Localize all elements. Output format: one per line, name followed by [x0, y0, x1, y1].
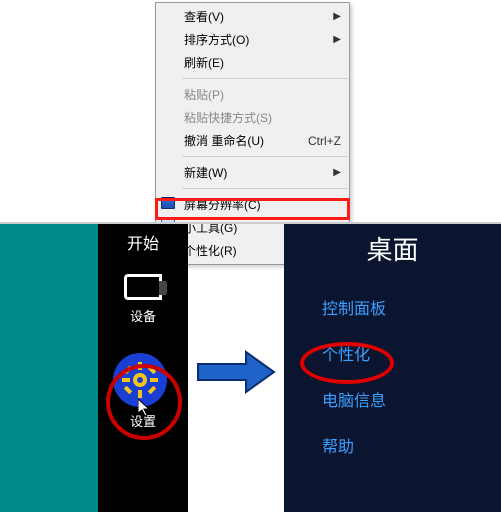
menu-label: 粘贴快捷方式(S) [184, 109, 272, 126]
menu-label: 粘贴(P) [184, 86, 224, 103]
highlight-rectangle [155, 198, 350, 220]
menu-sort[interactable]: 排序方式(O) ▶ [156, 28, 349, 51]
top-panel: 查看(V) ▶ 排序方式(O) ▶ 刷新(E) 粘贴(P) 粘贴快捷方式(S) 撤消… [0, 0, 501, 222]
menu-separator [182, 156, 348, 157]
charm-title: 开始 [98, 230, 188, 254]
teal-background [0, 224, 98, 512]
charm-devices[interactable]: 设备 [98, 274, 188, 325]
charm-devices-label: 设备 [98, 306, 188, 325]
devices-icon [124, 274, 162, 300]
menu-view[interactable]: 查看(V) ▶ [156, 5, 349, 28]
submenu-arrow-icon: ▶ [333, 34, 341, 45]
menu-undo-rename[interactable]: 撤消 重命名(U) Ctrl+Z [156, 129, 349, 152]
link-help[interactable]: 帮助 [322, 433, 501, 457]
highlight-circle-personalize [300, 342, 394, 384]
menu-label: 新建(W) [184, 164, 227, 181]
bottom-panel: 开始 设备 设置 桌面 控制面板 个性化 电脑信息 帮助 [0, 222, 501, 510]
link-pc-info[interactable]: 电脑信息 [322, 387, 501, 411]
menu-separator [182, 78, 348, 79]
menu-paste-shortcut: 粘贴快捷方式(S) [156, 106, 349, 129]
desktop-title: 桌面 [284, 230, 501, 267]
menu-separator [182, 188, 348, 189]
menu-shortcut: Ctrl+Z [288, 134, 341, 148]
menu-label: 排序方式(O) [184, 31, 249, 48]
menu-label: 刷新(E) [184, 54, 224, 71]
arrow-icon [196, 350, 276, 394]
menu-paste: 粘贴(P) [156, 83, 349, 106]
menu-label: 撤消 重命名(U) [184, 132, 264, 149]
link-control-panel[interactable]: 控制面板 [322, 295, 501, 319]
submenu-arrow-icon: ▶ [333, 167, 341, 178]
submenu-arrow-icon: ▶ [333, 11, 341, 22]
cursor-icon [138, 399, 152, 417]
menu-label: 查看(V) [184, 8, 224, 25]
menu-refresh[interactable]: 刷新(E) [156, 51, 349, 74]
menu-new[interactable]: 新建(W) ▶ [156, 161, 349, 184]
